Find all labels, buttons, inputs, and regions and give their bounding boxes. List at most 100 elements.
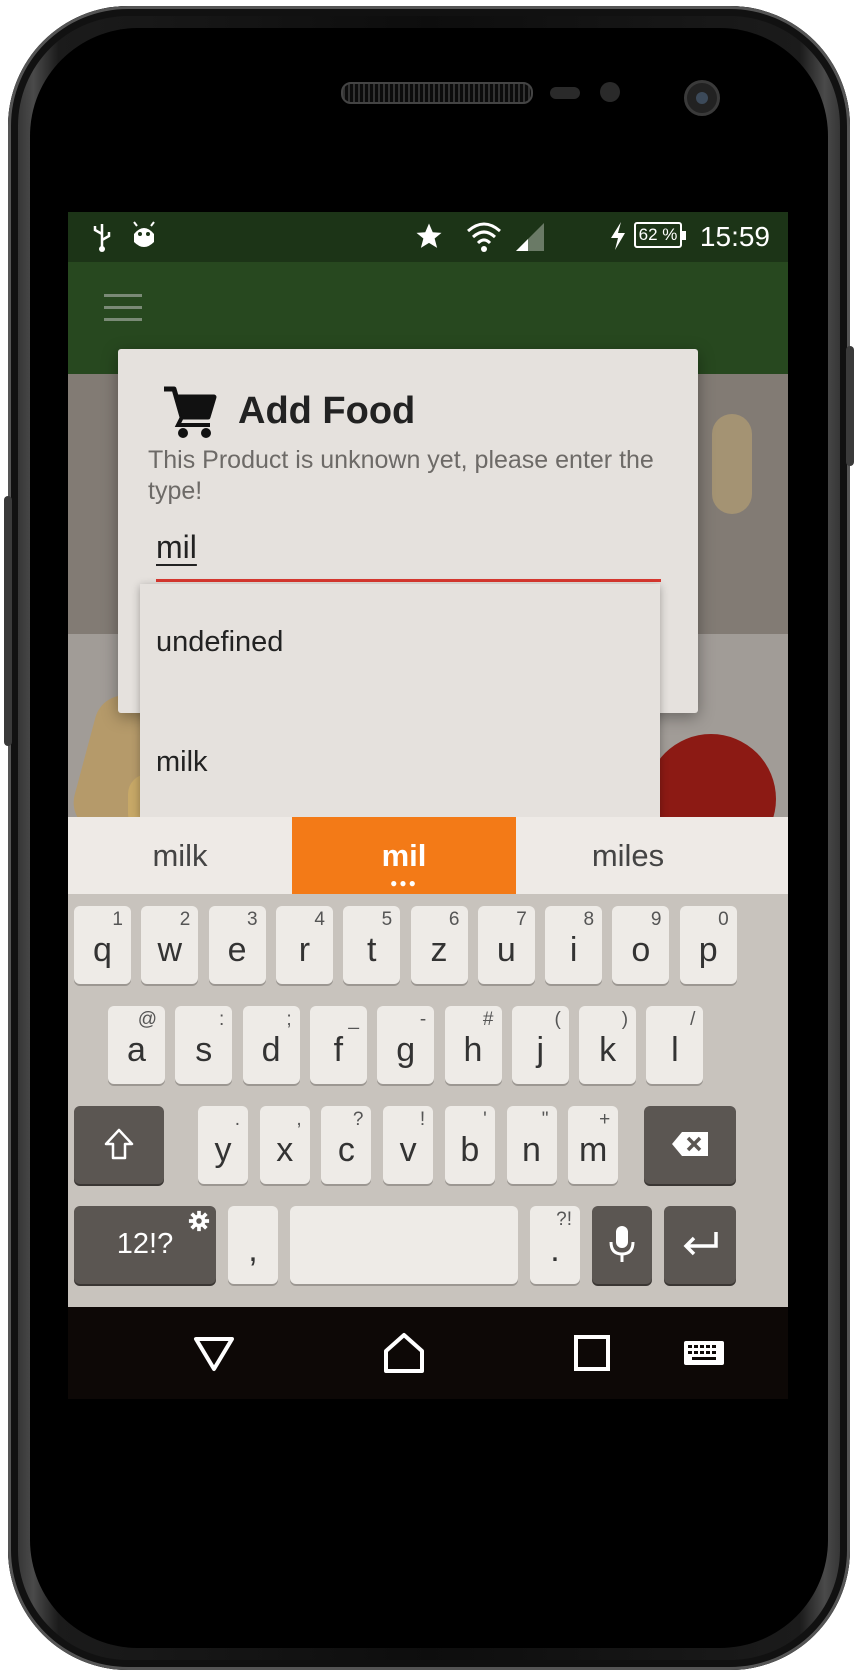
key-hint: ( bbox=[554, 1009, 561, 1030]
key-i[interactable]: 8i bbox=[545, 906, 603, 984]
suggestion-mil[interactable]: mil ●●● bbox=[292, 817, 516, 894]
suggestion-miles[interactable]: miles bbox=[516, 817, 740, 894]
key-n[interactable]: " n bbox=[506, 1106, 557, 1184]
proximity-sensor bbox=[550, 87, 580, 99]
key-label: i bbox=[569, 931, 578, 969]
key-hint: 2 bbox=[179, 909, 191, 930]
key-label: s bbox=[195, 1031, 213, 1069]
key-y[interactable]: .y bbox=[198, 1106, 248, 1184]
key-label: d bbox=[261, 1031, 281, 1069]
status-bar: 62 % 15:59 bbox=[68, 212, 788, 262]
key-hint: + bbox=[599, 1109, 611, 1130]
shopping-cart-icon bbox=[164, 386, 217, 438]
key-label: w bbox=[157, 931, 183, 969]
android-debug-icon bbox=[133, 221, 155, 247]
shift-icon bbox=[104, 1128, 134, 1160]
comma-key-label: , bbox=[248, 1231, 258, 1269]
symbols-key[interactable]: 12!? bbox=[74, 1206, 216, 1284]
key-p[interactable]: 0p bbox=[679, 906, 737, 984]
key-q[interactable]: 1q bbox=[74, 906, 131, 984]
key-a[interactable]: @ a bbox=[108, 1006, 165, 1084]
key-k[interactable]: ) k bbox=[579, 1006, 637, 1084]
usb-icon bbox=[93, 224, 111, 252]
dialog-message: This Product is unknown yet, please ente… bbox=[148, 446, 654, 505]
key-hint: ' bbox=[483, 1109, 487, 1130]
power-button bbox=[846, 346, 854, 466]
key-e[interactable]: 3e bbox=[208, 906, 266, 984]
autocomplete-item[interactable]: milk bbox=[156, 744, 208, 780]
earpiece-speaker bbox=[341, 82, 533, 104]
key-hint: , bbox=[296, 1109, 302, 1130]
star-icon bbox=[416, 223, 442, 248]
key-label: p bbox=[698, 931, 718, 969]
suggestion-milk[interactable]: milk bbox=[68, 817, 292, 894]
key-label: x bbox=[276, 1131, 294, 1169]
key-hint: 4 bbox=[314, 909, 325, 930]
key-label: l bbox=[671, 1031, 679, 1069]
key-o[interactable]: 9o bbox=[612, 906, 670, 984]
key-f[interactable]: _ f bbox=[309, 1006, 367, 1084]
menu-icon[interactable] bbox=[104, 294, 142, 324]
key-hint: ; bbox=[286, 1009, 292, 1030]
key-g[interactable]: -g bbox=[377, 1006, 435, 1084]
key-label: f bbox=[333, 1031, 344, 1069]
front-camera bbox=[684, 80, 720, 116]
key-b[interactable]: ' b bbox=[444, 1106, 495, 1184]
shift-key[interactable] bbox=[74, 1106, 164, 1184]
suggestion-label: mil bbox=[381, 838, 427, 873]
key-hint: 9 bbox=[650, 909, 662, 930]
key-hint: ! bbox=[419, 1109, 426, 1130]
key-t[interactable]: 5t bbox=[343, 906, 401, 984]
recents-icon[interactable] bbox=[568, 1329, 616, 1377]
enter-key[interactable] bbox=[664, 1206, 736, 1284]
key-hint: # bbox=[482, 1009, 494, 1030]
key-m[interactable]: + m bbox=[568, 1106, 619, 1184]
enter-icon bbox=[683, 1232, 718, 1256]
backspace-key[interactable] bbox=[644, 1106, 736, 1184]
period-key[interactable]: ?! . bbox=[530, 1206, 580, 1284]
key-j[interactable]: (j bbox=[511, 1006, 569, 1084]
suggestion-strip: milk mil ●●● miles bbox=[68, 817, 788, 894]
key-label: r bbox=[298, 931, 311, 969]
food-image bbox=[712, 414, 752, 514]
food-type-input[interactable]: mil bbox=[156, 525, 661, 582]
key-hint: - bbox=[419, 1009, 427, 1030]
key-s[interactable]: :s bbox=[175, 1006, 233, 1084]
key-d[interactable]: ; d bbox=[242, 1006, 300, 1084]
key-hint: : bbox=[219, 1009, 225, 1030]
key-w[interactable]: 2w bbox=[141, 906, 199, 984]
key-h[interactable]: # h bbox=[444, 1006, 502, 1084]
key-label: b bbox=[460, 1131, 480, 1169]
key-l[interactable]: / l bbox=[646, 1006, 704, 1084]
keyboard-switch-icon[interactable] bbox=[680, 1329, 728, 1377]
volume-button bbox=[4, 496, 12, 746]
key-label: y bbox=[214, 1131, 232, 1169]
navigation-bar bbox=[68, 1307, 788, 1399]
wifi-icon bbox=[467, 222, 501, 252]
key-hint: " bbox=[541, 1109, 549, 1130]
key-label: c bbox=[337, 1131, 355, 1169]
period-key-label: . bbox=[550, 1231, 560, 1269]
home-icon[interactable] bbox=[380, 1329, 428, 1377]
voice-input-key[interactable] bbox=[592, 1206, 652, 1284]
key-c[interactable]: ? c bbox=[321, 1106, 372, 1184]
key-v[interactable]: ! v bbox=[383, 1106, 434, 1184]
comma-key[interactable]: , bbox=[228, 1206, 278, 1284]
back-icon[interactable] bbox=[190, 1329, 238, 1377]
key-hint: _ bbox=[348, 1009, 359, 1030]
key-label: m bbox=[579, 1131, 608, 1169]
autocomplete-item[interactable]: undefined bbox=[156, 624, 283, 660]
space-key[interactable] bbox=[290, 1206, 518, 1284]
autocomplete-dropdown: undefined milk bbox=[140, 584, 660, 818]
key-hint: ? bbox=[352, 1109, 364, 1130]
key-r[interactable]: 4r bbox=[275, 906, 333, 984]
charging-icon bbox=[611, 222, 625, 250]
screen: 62 % 15:59 Add Food This Product is unkn… bbox=[68, 212, 788, 1494]
key-label: a bbox=[127, 1031, 146, 1069]
key-x[interactable]: ,x bbox=[259, 1106, 310, 1184]
key-label: j bbox=[536, 1031, 545, 1069]
key-z[interactable]: 6z bbox=[410, 906, 468, 984]
key-hint: 8 bbox=[583, 909, 595, 930]
key-hint: 1 bbox=[112, 909, 123, 930]
key-u[interactable]: 7u bbox=[477, 906, 535, 984]
